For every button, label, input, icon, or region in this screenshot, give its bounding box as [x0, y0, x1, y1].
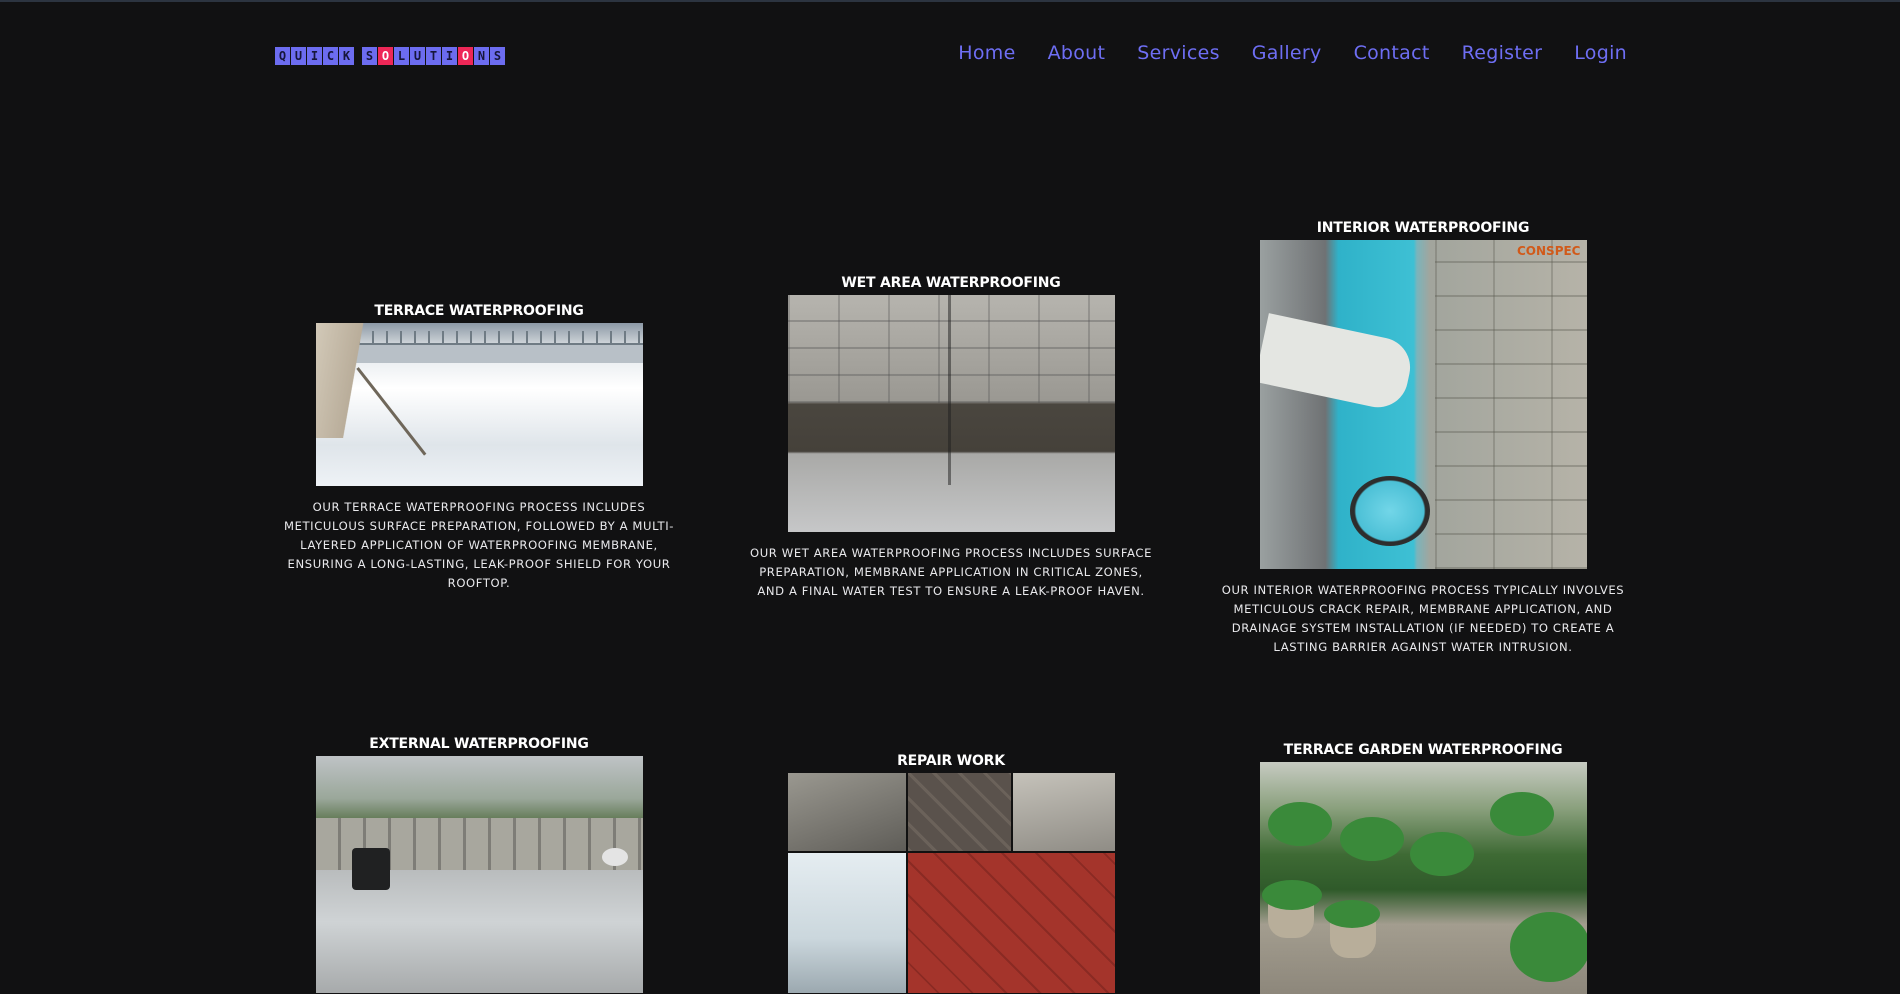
- service-card-terrace: TERRACE WATERPROOFING OUR TERRACE WATERP…: [274, 302, 684, 593]
- logo-letter: U: [410, 47, 425, 65]
- service-description: OUR WET AREA WATERPROOFING PROCESS INCLU…: [750, 546, 1152, 598]
- logo-letter: S: [490, 47, 505, 65]
- top-border: [0, 0, 1900, 2]
- terrace-photo: [315, 323, 643, 486]
- logo-letter: T: [426, 47, 441, 65]
- service-description: OUR TERRACE WATERPROOFING PROCESS INCLUD…: [283, 500, 675, 590]
- logo-letter: S: [362, 47, 377, 65]
- brand-watermark: CONSPEC: [1517, 244, 1581, 258]
- nav-contact-link[interactable]: Contact: [1354, 42, 1430, 64]
- service-title: TERRACE GARDEN WATERPROOFING: [1283, 742, 1563, 758]
- logo-letter: I: [442, 47, 457, 65]
- site-logo[interactable]: QUICKSOLUTIONS: [275, 47, 505, 65]
- service-card-repair: REPAIR WORK: [746, 752, 1156, 993]
- logo-letter: U: [291, 47, 306, 65]
- service-card-terrace-garden: TERRACE GARDEN WATERPROOFING: [1218, 741, 1628, 994]
- external-photo: [315, 756, 643, 993]
- logo-letter: K: [339, 47, 354, 65]
- main-nav: Home About Services Gallery Contact Regi…: [958, 42, 1627, 64]
- service-description: OUR INTERIOR WATERPROOFING PROCESS TYPIC…: [1221, 583, 1625, 654]
- logo-letter: O: [378, 47, 393, 65]
- nav-login-link[interactable]: Login: [1574, 42, 1627, 64]
- repair-collage-photo: [787, 773, 1115, 993]
- nav-home-link[interactable]: Home: [958, 42, 1015, 64]
- logo-letter: Q: [275, 47, 290, 65]
- wet-area-photo: [787, 295, 1115, 532]
- logo-letter: L: [394, 47, 409, 65]
- nav-about-link[interactable]: About: [1048, 42, 1106, 64]
- service-title: REPAIR WORK: [897, 753, 1005, 769]
- service-card-wet-area: WET AREA WATERPROOFING OUR WET AREA WATE…: [746, 274, 1156, 601]
- nav-register-link[interactable]: Register: [1462, 42, 1543, 64]
- service-title: WET AREA WATERPROOFING: [841, 275, 1061, 291]
- service-title: TERRACE WATERPROOFING: [374, 303, 584, 319]
- interior-photo: CONSPEC: [1259, 240, 1587, 569]
- logo-letter: I: [307, 47, 322, 65]
- logo-letter: O: [458, 47, 473, 65]
- terrace-garden-photo: [1259, 762, 1587, 994]
- service-card-interior: INTERIOR WATERPROOFING CONSPEC OUR INTER…: [1218, 219, 1628, 657]
- service-title: INTERIOR WATERPROOFING: [1316, 220, 1530, 236]
- nav-gallery-link[interactable]: Gallery: [1252, 42, 1322, 64]
- service-card-external: EXTERNAL WATERPROOFING: [274, 735, 684, 993]
- nav-services-link[interactable]: Services: [1137, 42, 1220, 64]
- logo-letter: [355, 47, 361, 65]
- service-title: EXTERNAL WATERPROOFING: [369, 736, 589, 752]
- logo-letter: C: [323, 47, 338, 65]
- logo-letter: N: [474, 47, 489, 65]
